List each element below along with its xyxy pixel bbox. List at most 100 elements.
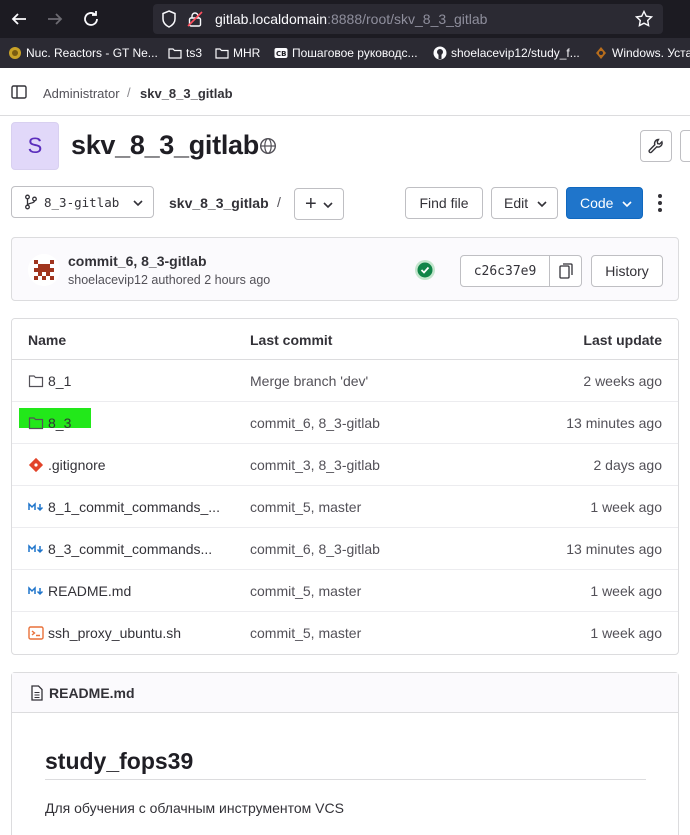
table-row[interactable]: README.md commit_5, master 1 week ago <box>12 570 678 612</box>
copy-sha-button[interactable] <box>550 255 582 287</box>
notification-button[interactable] <box>680 130 690 162</box>
file-commit-message[interactable]: commit_3, 8_3-gitlab <box>250 457 380 473</box>
column-header-name: Name <box>28 332 67 348</box>
file-updated: 2 days ago <box>593 457 663 473</box>
branch-name: 8_3-gitlab <box>44 194 120 210</box>
find-file-button[interactable]: Find file <box>405 187 483 219</box>
globe-icon <box>8 46 22 60</box>
readme-header: README.md <box>12 673 678 713</box>
table-header: Name Last commit Last update <box>12 319 678 360</box>
branch-selector[interactable]: 8_3-gitlab <box>11 186 154 218</box>
svg-text:CB: CB <box>276 50 286 58</box>
column-header-last-update: Last update <box>583 332 662 348</box>
breadcrumb-separator: / <box>127 85 131 100</box>
repo-path-root[interactable]: skv_8_3_gitlab <box>169 195 269 211</box>
git-icon <box>28 457 44 473</box>
bookmark-item[interactable]: MHR <box>215 45 260 61</box>
project-avatar[interactable]: S <box>11 122 59 170</box>
folder-icon <box>168 46 182 60</box>
breadcrumb-current[interactable]: skv_8_3_gitlab <box>140 86 233 101</box>
bookmark-star-icon[interactable] <box>634 9 654 33</box>
column-header-last-commit: Last commit <box>250 332 333 348</box>
wrench-icon <box>648 138 663 154</box>
file-updated: 1 week ago <box>590 625 662 641</box>
top-breadcrumb-bar: Administrator / skv_8_3_gitlab <box>0 70 690 116</box>
file-commit-message[interactable]: commit_6, 8_3-gitlab <box>250 415 380 431</box>
file-name[interactable]: 8_3_commit_commands... <box>48 541 212 557</box>
commit-meta: shoelacevip12 authored 2 hours ago <box>68 273 271 287</box>
folder-icon <box>28 373 44 389</box>
file-commit-message[interactable]: commit_6, 8_3-gitlab <box>250 541 380 557</box>
bookmark-item[interactable]: CB Пошаговое руководс... <box>274 45 418 61</box>
file-commit-message[interactable]: commit_5, master <box>250 625 361 641</box>
insecure-lock-icon[interactable] <box>187 11 203 32</box>
file-updated: 1 week ago <box>590 583 662 599</box>
chevron-down-icon <box>537 201 547 208</box>
bookmark-item[interactable]: shoelacevip12/study_f... <box>433 45 580 61</box>
readme-panel: README.md study_fops39 Для обучения с об… <box>11 672 679 835</box>
file-name[interactable]: README.md <box>48 583 131 599</box>
pipeline-passed-icon[interactable] <box>414 259 436 281</box>
file-commit-message[interactable]: Merge branch 'dev' <box>250 373 368 389</box>
file-commit-message[interactable]: commit_5, master <box>250 583 361 599</box>
author-avatar[interactable] <box>28 254 60 286</box>
more-actions-icon[interactable] <box>657 193 663 218</box>
url-text[interactable]: gitlab.localdomain:8888/root/skv_8_3_git… <box>215 11 487 27</box>
arrow-right-icon <box>48 13 63 25</box>
add-to-tree-button[interactable]: + <box>294 188 344 220</box>
file-tree-table: Name Last commit Last update 8_1 Merge b… <box>11 318 679 655</box>
file-updated: 13 minutes ago <box>566 415 662 431</box>
file-commit-message[interactable]: commit_5, master <box>250 499 361 515</box>
history-button[interactable]: History <box>591 255 663 287</box>
edit-label: Edit <box>504 195 529 211</box>
table-row[interactable]: 8_3 commit_6, 8_3-gitlab 13 minutes ago <box>12 402 678 444</box>
file-name[interactable]: 8_3 <box>48 415 71 431</box>
bookmark-label: shoelacevip12/study_f... <box>451 46 580 60</box>
commit-sha-group: c26c37e9 <box>460 255 582 287</box>
table-row[interactable]: 8_3_commit_commands... commit_6, 8_3-git… <box>12 528 678 570</box>
markdown-icon <box>28 541 44 557</box>
file-name[interactable]: .gitignore <box>48 457 106 473</box>
reload-button[interactable] <box>80 8 102 30</box>
folder-icon <box>28 415 44 431</box>
bookmark-label: Nuc. Reactors - GT Ne... <box>26 46 158 60</box>
folder-icon <box>215 46 229 60</box>
readme-filename[interactable]: README.md <box>49 685 135 701</box>
browser-toolbar: gitlab.localdomain:8888/root/skv_8_3_git… <box>0 0 690 38</box>
bookmark-item[interactable]: ts3 <box>168 45 202 61</box>
file-name[interactable]: ssh_proxy_ubuntu.sh <box>48 625 181 641</box>
bookmark-label: Windows. Уста <box>612 46 690 60</box>
file-name[interactable]: 8_1_commit_commands_... <box>48 499 220 515</box>
file-updated: 13 minutes ago <box>566 541 662 557</box>
table-row[interactable]: 8_1 Merge branch 'dev' 2 weeks ago <box>12 360 678 402</box>
url-path: :8888/root/skv_8_3_gitlab <box>327 11 488 27</box>
github-icon <box>433 46 447 60</box>
forward-button[interactable] <box>44 8 66 30</box>
url-host: gitlab.localdomain <box>215 11 328 27</box>
table-row[interactable]: .gitignore commit_3, 8_3-gitlab 2 days a… <box>12 444 678 486</box>
code-dropdown-button[interactable]: Code <box>566 187 643 219</box>
edit-dropdown-button[interactable]: Edit <box>491 187 558 219</box>
project-title: skv_8_3_gitlab <box>71 130 259 160</box>
arrow-left-icon <box>11 13 26 25</box>
bookmark-label: MHR <box>233 46 261 60</box>
commit-title[interactable]: commit_6, 8_3-gitlab <box>68 253 207 269</box>
bookmark-item[interactable]: Nuc. Reactors - GT Ne... <box>8 45 158 61</box>
url-bar[interactable]: gitlab.localdomain:8888/root/skv_8_3_git… <box>153 4 663 34</box>
breadcrumb-administrator[interactable]: Administrator <box>43 86 120 101</box>
commit-sha[interactable]: c26c37e9 <box>460 255 550 287</box>
bookmark-label: Пошаговое руководс... <box>292 46 418 60</box>
sidebar-toggle-icon[interactable] <box>11 84 27 100</box>
chevron-down-icon <box>622 201 632 208</box>
last-commit-panel: commit_6, 8_3-gitlab shoelacevip12 autho… <box>11 237 679 301</box>
bookmarks-bar: Nuc. Reactors - GT Ne... ts3 MHR CB Поша… <box>0 38 690 68</box>
table-row[interactable]: ssh_proxy_ubuntu.sh commit_5, master 1 w… <box>12 612 678 654</box>
file-name[interactable]: 8_1 <box>48 373 71 389</box>
shield-icon[interactable] <box>161 10 177 33</box>
table-row[interactable]: 8_1_commit_commands_... commit_5, master… <box>12 486 678 528</box>
back-button[interactable] <box>8 8 30 30</box>
bookmark-item[interactable]: Windows. Уста <box>594 45 690 61</box>
public-globe-icon <box>259 137 277 160</box>
settings-button[interactable] <box>640 130 672 162</box>
copy-icon <box>558 263 573 279</box>
